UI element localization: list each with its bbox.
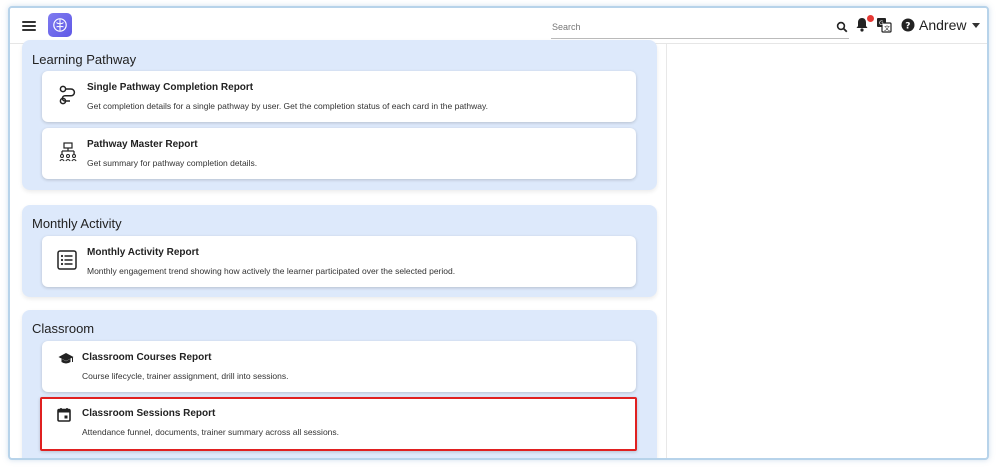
user-menu[interactable]: Andrew <box>919 17 981 33</box>
report-card-classroom-sessions[interactable]: Classroom Sessions Report Attendance fun… <box>40 397 637 451</box>
svg-text:文: 文 <box>884 25 890 33</box>
card-description: Get completion details for a single path… <box>87 101 488 111</box>
section-learning-pathway: Learning Pathway Single Pathway Completi… <box>22 40 657 190</box>
section-monthly-activity: Monthly Activity Monthly Activity Report… <box>22 205 657 297</box>
card-title: Classroom Sessions Report <box>82 408 216 419</box>
report-card-classroom-courses[interactable]: Classroom Courses Report Course lifecycl… <box>42 341 636 392</box>
section-title: Monthly Activity <box>32 216 122 231</box>
search-input[interactable] <box>551 17 821 37</box>
graduation-cap-icon <box>58 352 74 371</box>
card-description: Attendance funnel, documents, trainer su… <box>82 427 340 437</box>
report-card-pathway-master[interactable]: Pathway Master Report Get summary for pa… <box>42 128 636 179</box>
search-icon[interactable] <box>836 20 848 38</box>
user-name: Andrew <box>919 17 967 33</box>
search-bar <box>551 17 849 39</box>
report-card-monthly-activity[interactable]: Monthly Activity Report Monthly engageme… <box>42 236 636 287</box>
brain-logo-icon[interactable] <box>48 13 72 37</box>
route-icon <box>59 85 77 110</box>
calendar-icon <box>57 407 71 427</box>
card-title: Monthly Activity Report <box>87 247 199 258</box>
section-title: Learning Pathway <box>32 52 137 67</box>
card-description: Monthly engagement trend showing how act… <box>87 266 456 276</box>
reports-list: Learning Pathway Single Pathway Completi… <box>10 40 667 458</box>
chevron-down-icon <box>972 22 981 28</box>
app-window: G 文 ? Andrew Learning Pathway <box>8 6 989 460</box>
card-description: Course lifecycle, trainer assignment, dr… <box>82 371 289 381</box>
card-description: Get summary for pathway completion detai… <box>87 158 258 168</box>
card-title: Classroom Courses Report <box>82 352 212 363</box>
svg-text:?: ? <box>905 22 910 32</box>
section-title: Classroom <box>32 321 95 336</box>
menu-icon[interactable] <box>22 19 38 33</box>
hierarchy-icon <box>59 142 77 167</box>
translate-icon[interactable]: G 文 <box>876 17 892 38</box>
card-title: Single Pathway Completion Report <box>87 82 254 93</box>
report-card-single-pathway[interactable]: Single Pathway Completion Report Get com… <box>42 71 636 122</box>
top-bar: G 文 ? Andrew <box>10 8 987 44</box>
section-classroom: Classroom Classroom Courses Report Cours… <box>22 310 657 458</box>
notification-dot <box>867 15 874 22</box>
help-icon[interactable]: ? <box>901 18 915 37</box>
list-icon <box>57 250 77 275</box>
card-title: Pathway Master Report <box>87 139 198 150</box>
